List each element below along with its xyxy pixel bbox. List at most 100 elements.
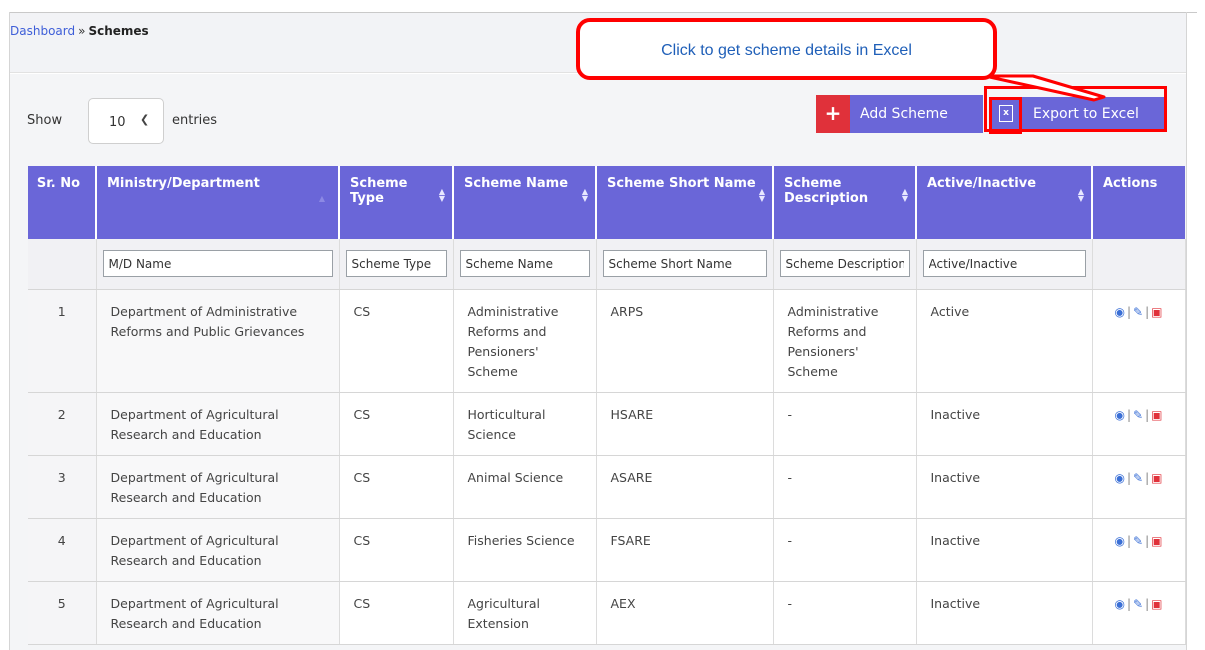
cell-sr-no: 4 [28, 518, 97, 582]
cell-sr-no: 3 [28, 455, 97, 519]
cell-ministry: Department of Agricultural Research and … [96, 518, 340, 582]
cell-scheme-type: CS [339, 581, 454, 645]
cell-sr-no: 5 [28, 581, 97, 645]
edit-icon[interactable]: ✎ [1133, 534, 1143, 548]
edit-icon[interactable]: ✎ [1133, 305, 1143, 319]
frame-right-border [1186, 12, 1187, 650]
cell-scheme-description: - [773, 392, 917, 456]
add-scheme-button[interactable]: + Add Scheme [816, 95, 983, 133]
eye-icon[interactable]: ◉ [1115, 534, 1125, 548]
table-row: 3 Department of Agricultural Research an… [28, 455, 1186, 519]
table-row: 2 Department of Agricultural Research an… [28, 392, 1186, 456]
cell-actions: ◉ | ✎ | ▣ [1092, 455, 1186, 519]
eye-icon[interactable]: ◉ [1115, 408, 1125, 422]
callout-text: Click to get scheme details in Excel [661, 42, 912, 59]
breadcrumb: Dashboard» Schemes [10, 24, 149, 38]
filter-row [28, 239, 1186, 290]
cell-scheme-description: Administrative Reforms and Pensioners' S… [773, 289, 917, 393]
filter-cell [773, 239, 917, 290]
edit-icon[interactable]: ✎ [1133, 471, 1143, 485]
sort-asc-icon: ▲ [318, 194, 325, 203]
trash-icon[interactable]: ▣ [1151, 597, 1162, 611]
edit-icon[interactable]: ✎ [1133, 597, 1143, 611]
cell-ministry: Department of Agricultural Research and … [96, 455, 340, 519]
cell-scheme-type: CS [339, 289, 454, 393]
cell-sr-no: 2 [28, 392, 97, 456]
schemes-table: Sr. No Ministry/Department ▲ Scheme Type ▲… [28, 166, 1186, 645]
col-header-scheme-short-name[interactable]: Scheme Short Name ▲ ▼ [596, 166, 774, 239]
action-divider: | [1126, 533, 1132, 548]
trash-icon[interactable]: ▣ [1151, 408, 1162, 422]
filter-scheme-name-input[interactable] [459, 250, 590, 278]
cell-scheme-description: - [773, 518, 917, 582]
col-header-scheme-type[interactable]: Scheme Type ▲ ▼ [339, 166, 454, 239]
col-header-ministry-label: Ministry/Department [107, 176, 260, 191]
breadcrumb-separator: » [78, 24, 86, 38]
cell-scheme-name: Animal Science [453, 455, 597, 519]
action-divider: | [1145, 470, 1150, 485]
cell-actions: ◉ | ✎ | ▣ [1092, 518, 1186, 582]
col-header-active-inactive-label: Active/Inactive [927, 176, 1037, 191]
filter-scheme-type-input[interactable] [345, 250, 447, 278]
action-divider: | [1145, 304, 1150, 319]
eye-icon[interactable]: ◉ [1115, 597, 1125, 611]
col-header-scheme-description-label: Scheme Description [784, 176, 869, 206]
filter-cell [96, 239, 340, 290]
col-header-active-inactive[interactable]: Active/Inactive ▲ ▼ [916, 166, 1093, 239]
action-divider: | [1145, 596, 1150, 611]
cell-scheme-name: Agricultural Extension [453, 581, 597, 645]
filter-scheme-description-input[interactable] [779, 250, 910, 278]
eye-icon[interactable]: ◉ [1115, 305, 1125, 319]
add-scheme-label: Add Scheme [860, 106, 948, 122]
cell-actions: ◉ | ✎ | ▣ [1092, 581, 1186, 645]
cell-scheme-short-name: FSARE [596, 518, 774, 582]
filter-cell [916, 239, 1093, 290]
cell-status: Inactive [916, 455, 1093, 519]
filter-md-name-input[interactable] [102, 250, 333, 278]
filter-active-inactive-input[interactable] [922, 250, 1086, 278]
table-row: 1 Department of Administrative Reforms a… [28, 289, 1186, 393]
col-header-scheme-description[interactable]: Scheme Description ▲ ▼ [773, 166, 917, 239]
action-divider: | [1126, 304, 1132, 319]
entries-label: entries [172, 113, 218, 128]
sort-icon: ▲ ▼ [438, 187, 445, 203]
edit-icon[interactable]: ✎ [1133, 408, 1143, 422]
cell-status: Active [916, 289, 1093, 393]
sort-icon: ▲ ▼ [581, 187, 588, 203]
filter-cell [453, 239, 597, 290]
filter-scheme-short-name-input[interactable] [602, 250, 767, 278]
trash-icon[interactable]: ▣ [1151, 534, 1162, 548]
eye-icon[interactable]: ◉ [1115, 471, 1125, 485]
col-header-sr-no[interactable]: Sr. No [28, 166, 97, 239]
cell-scheme-short-name: AEX [596, 581, 774, 645]
show-label: Show [27, 113, 63, 128]
cell-scheme-name: Fisheries Science [453, 518, 597, 582]
action-divider: | [1126, 407, 1132, 422]
entries-per-page-select[interactable]: 10 ❮ [88, 98, 164, 144]
cell-scheme-description: - [773, 455, 917, 519]
col-header-scheme-short-name-label: Scheme Short Name [607, 176, 756, 191]
col-header-scheme-name-label: Scheme Name [464, 176, 569, 191]
breadcrumb-dashboard-link[interactable]: Dashboard [10, 24, 75, 38]
action-divider: | [1145, 407, 1150, 422]
cell-ministry: Department of Agricultural Research and … [96, 581, 340, 645]
chevron-down-icon: ❮ [140, 113, 150, 126]
trash-icon[interactable]: ▣ [1151, 471, 1162, 485]
cell-status: Inactive [916, 581, 1093, 645]
cell-scheme-type: CS [339, 518, 454, 582]
col-header-actions: Actions [1092, 166, 1185, 239]
sort-icon: ▲ ▼ [758, 187, 765, 203]
filter-cell-empty [28, 239, 97, 290]
sort-icon: ▲ ▼ [901, 187, 908, 203]
action-divider: | [1145, 533, 1150, 548]
cell-ministry: Department of Agricultural Research and … [96, 392, 340, 456]
col-header-scheme-type-label: Scheme Type [350, 176, 408, 206]
cell-sr-no: 1 [28, 289, 97, 393]
col-header-ministry[interactable]: Ministry/Department ▲ [96, 166, 340, 239]
trash-icon[interactable]: ▣ [1151, 305, 1162, 319]
cell-scheme-type: CS [339, 392, 454, 456]
cell-scheme-description: - [773, 581, 917, 645]
table-row: 4 Department of Agricultural Research an… [28, 518, 1186, 582]
col-header-scheme-name[interactable]: Scheme Name ▲ ▼ [453, 166, 597, 239]
action-divider: | [1126, 470, 1132, 485]
